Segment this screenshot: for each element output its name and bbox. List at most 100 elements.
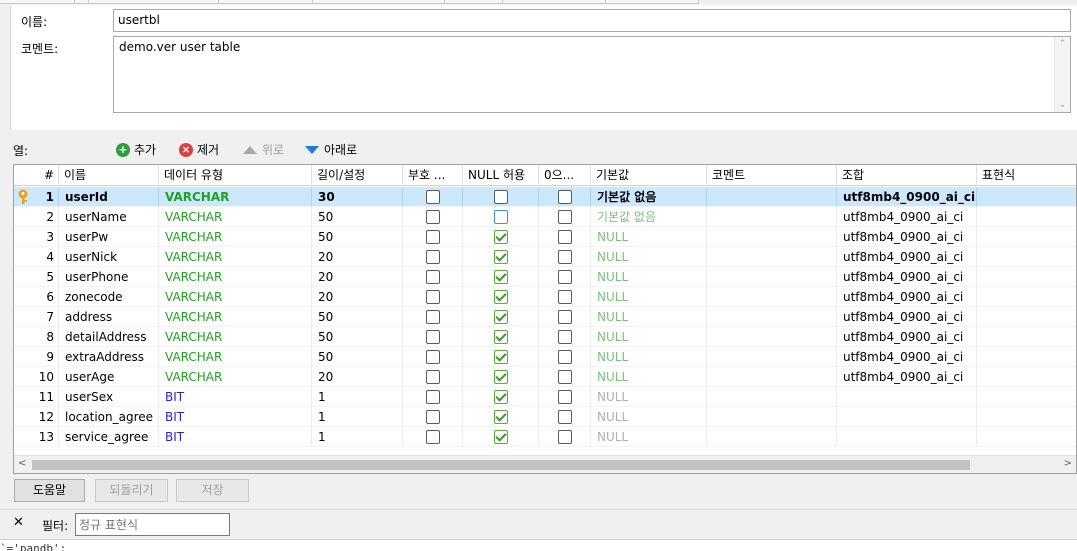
cell-collation[interactable]: utf8mb4_0900_ai_ci [837,187,977,207]
cell-name[interactable]: userPhone [59,267,159,287]
nullable-checkbox[interactable] [494,390,508,404]
cell-expr[interactable] [977,267,1076,287]
cell-expr[interactable] [977,347,1076,367]
cell-default[interactable]: 기본값 없음 [591,187,707,207]
checkbox-cell-unsigned[interactable] [403,207,463,227]
column-header[interactable]: 코멘트 [707,165,837,186]
zerofill-checkbox[interactable] [558,290,572,304]
checkbox-cell-unsigned[interactable] [403,347,463,367]
cell-expr[interactable] [977,287,1076,307]
nullable-checkbox[interactable] [494,330,508,344]
cell-comment[interactable] [707,427,837,447]
cell-name[interactable]: service_agree [59,427,159,447]
cell-len[interactable]: 20 [312,367,403,387]
cell-default[interactable]: 기본값 없음 [591,207,707,227]
cell-collation[interactable]: utf8mb4_0900_ai_ci [837,347,977,367]
scrollbar-thumb[interactable] [32,460,970,470]
column-header[interactable]: 표현식 [977,165,1076,186]
table-row[interactable]: 10 userAge VARCHAR 20 NULL utf8mb4_0900_ai_ci [14,367,1076,387]
checkbox-cell-nullable[interactable] [463,367,539,387]
cell-collation[interactable]: utf8mb4_0900_ai_ci [837,247,977,267]
revert-button[interactable]: 되돌리기 [95,479,168,502]
cell-len[interactable]: 50 [312,347,403,367]
zerofill-checkbox[interactable] [558,210,572,224]
checkbox-cell-unsigned[interactable] [403,307,463,327]
nullable-checkbox[interactable] [494,290,508,304]
unsigned-checkbox[interactable] [426,370,440,384]
zerofill-checkbox[interactable] [558,250,572,264]
unsigned-checkbox[interactable] [426,310,440,324]
checkbox-cell-unsigned[interactable] [403,247,463,267]
checkbox-cell-nullable[interactable] [463,207,539,227]
filter-input[interactable] [75,513,230,536]
nullable-checkbox[interactable] [494,410,508,424]
cell-len[interactable]: 20 [312,247,403,267]
cell-expr[interactable] [977,387,1076,407]
cell-type[interactable]: VARCHAR [159,207,312,227]
zerofill-checkbox[interactable] [558,350,572,364]
cell-n[interactable]: 11 [14,387,59,407]
cell-default[interactable]: NULL [591,247,707,267]
table-row[interactable]: 2 userName VARCHAR 50 기본값 없음 utf8mb4_0900_ai_… [14,207,1076,227]
close-icon[interactable]: ✕ [13,515,24,530]
tab-segment[interactable] [89,0,219,4]
cell-expr[interactable] [977,367,1076,387]
checkbox-cell-nullable[interactable] [463,307,539,327]
checkbox-cell-zerofill[interactable] [539,347,591,367]
zerofill-checkbox[interactable] [558,270,572,284]
column-header[interactable]: 데이터 유형 [159,165,312,186]
comment-scrollbar[interactable]: ⌃ ⌄ [1054,37,1070,112]
cell-len[interactable]: 1 [312,387,403,407]
table-row[interactable]: 3 userPw VARCHAR 50 NULL utf8mb4_0900_ai_ci [14,227,1076,247]
zerofill-checkbox[interactable] [558,330,572,344]
table-row[interactable]: 4 userNick VARCHAR 20 NULL utf8mb4_0900_ai_ci [14,247,1076,267]
cell-name[interactable]: userId [59,187,159,207]
help-button[interactable]: 도움말 [14,479,85,502]
scroll-up-icon[interactable]: ⌃ [1055,39,1070,49]
table-row[interactable]: 11 userSex BIT 1 NULL [14,387,1076,407]
unsigned-checkbox[interactable] [426,290,440,304]
zerofill-checkbox[interactable] [558,310,572,324]
checkbox-cell-zerofill[interactable] [539,307,591,327]
scroll-down-icon[interactable]: ⌄ [1055,100,1070,110]
table-name-input[interactable]: usertbl [113,9,1071,32]
cell-default[interactable]: NULL [591,347,707,367]
tab-segment[interactable] [445,0,503,4]
add-column-button[interactable]: + 추가 [116,141,156,158]
cell-default[interactable]: NULL [591,227,707,247]
cell-expr[interactable] [977,327,1076,347]
checkbox-cell-nullable[interactable] [463,347,539,367]
cell-n[interactable]: 3 [14,227,59,247]
unsigned-checkbox[interactable] [426,390,440,404]
cell-type[interactable]: VARCHAR [159,227,312,247]
checkbox-cell-nullable[interactable] [463,267,539,287]
checkbox-cell-zerofill[interactable] [539,407,591,427]
cell-name[interactable]: userAge [59,367,159,387]
scroll-right-icon[interactable]: > [1064,458,1072,469]
checkbox-cell-zerofill[interactable] [539,427,591,447]
checkbox-cell-unsigned[interactable] [403,267,463,287]
checkbox-cell-zerofill[interactable] [539,327,591,347]
save-button[interactable]: 저장 [176,479,249,502]
cell-comment[interactable] [707,367,837,387]
cell-expr[interactable] [977,247,1076,267]
cell-collation[interactable]: utf8mb4_0900_ai_ci [837,267,977,287]
cell-collation[interactable]: utf8mb4_0900_ai_ci [837,307,977,327]
cell-type[interactable]: VARCHAR [159,347,312,367]
cell-name[interactable]: userNick [59,247,159,267]
table-row[interactable]: 9 extraAddress VARCHAR 50 NULL utf8mb4_0900_a… [14,347,1076,367]
cell-name[interactable]: detailAddress [59,327,159,347]
nullable-checkbox[interactable] [494,430,508,444]
tab-segment[interactable] [503,0,606,4]
unsigned-checkbox[interactable] [426,430,440,444]
column-header[interactable]: # [14,165,59,186]
unsigned-checkbox[interactable] [426,350,440,364]
cell-expr[interactable] [977,307,1076,327]
cell-default[interactable]: NULL [591,407,707,427]
cell-default[interactable]: NULL [591,367,707,387]
table-row[interactable]: 13 service_agree BIT 1 NULL [14,427,1076,447]
checkbox-cell-zerofill[interactable] [539,207,591,227]
checkbox-cell-unsigned[interactable] [403,367,463,387]
checkbox-cell-nullable[interactable] [463,327,539,347]
move-down-button[interactable]: 아래로 [304,141,357,158]
